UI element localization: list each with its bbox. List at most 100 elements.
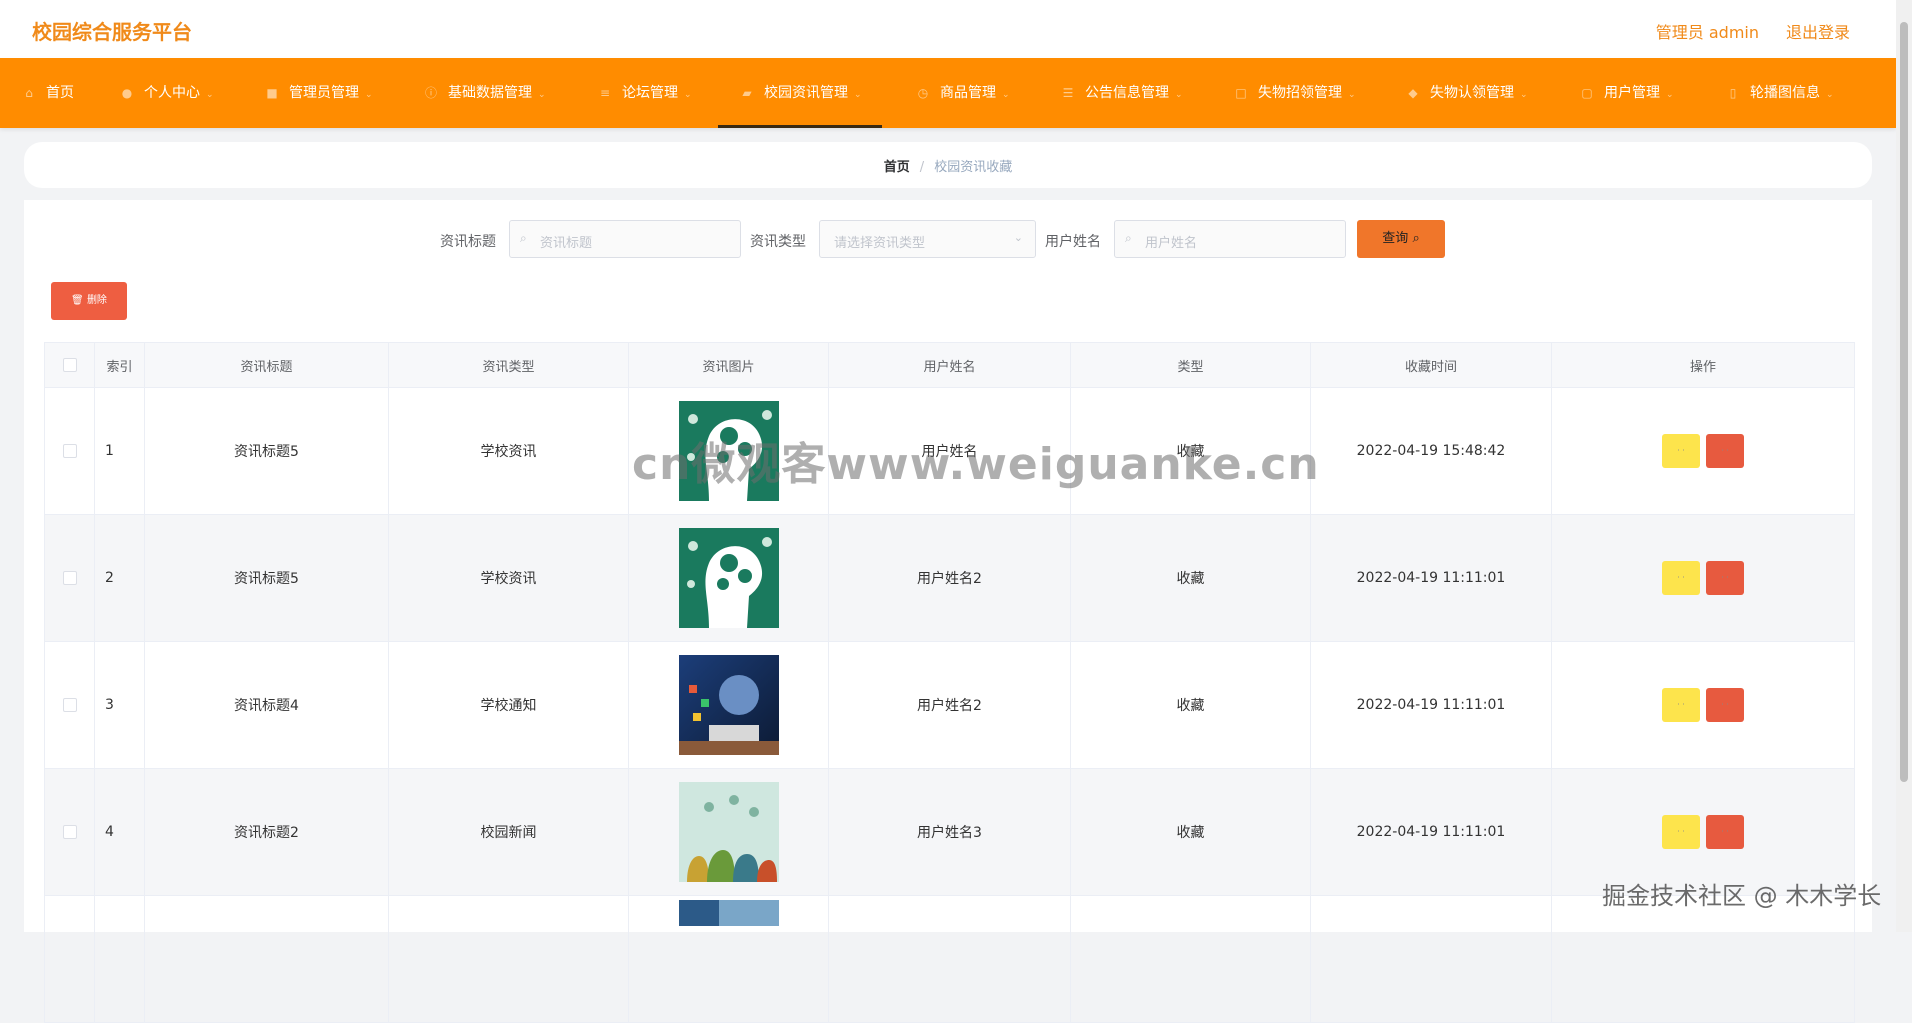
delete-button[interactable]: · · <box>1706 815 1744 849</box>
nav-item-claim[interactable]: ◆ 失物认领管理 ⌄ <box>1406 58 1528 128</box>
column-header: 索引 <box>94 342 145 388</box>
lost-icon: □ <box>1235 86 1247 100</box>
query-button[interactable]: 查询 ⌕ <box>1357 220 1445 258</box>
query-button-label: 查询 <box>1382 231 1409 246</box>
row-user: 用户姓名2 <box>828 641 1071 769</box>
row-time: 2022-04-19 11:11:01 <box>1310 641 1552 769</box>
row-image-cell <box>628 641 829 769</box>
nav-item-goods[interactable]: ◷ 商品管理 ⌄ <box>916 58 1010 128</box>
row-actions: · · · · <box>1551 387 1855 515</box>
search-icon: ⌕ <box>1412 231 1420 246</box>
chevron-down-icon: ⌄ <box>1013 231 1023 244</box>
title-search-placeholder: 资讯标题 <box>540 236 593 251</box>
nav-item-campus-news[interactable]: ▰ 校园资讯管理 ⌄ <box>718 58 882 128</box>
nav-item-profile[interactable]: ● 个人中心 ⌄ <box>120 58 214 128</box>
select-all-cell <box>44 342 95 388</box>
type-select-placeholder: 请选择资讯类型 <box>834 236 926 251</box>
row-index: 2 <box>94 514 145 642</box>
table-row: 3 资讯标题4 学校通知 用户姓名2 收藏 2022-04-19 11:11:0… <box>44 641 1855 769</box>
news-image-partial <box>678 900 779 926</box>
nav-item-label: 用户管理 <box>1604 85 1660 101</box>
admin-icon: ■ <box>266 86 278 100</box>
row-kind: 收藏 <box>1070 768 1311 896</box>
nav-item-notice[interactable]: ☰ 公告信息管理 ⌄ <box>1061 58 1183 128</box>
nav-item-admin[interactable]: ■ 管理员管理 ⌄ <box>265 58 372 128</box>
row-title: 资讯标题2 <box>144 768 389 896</box>
chevron-down-icon: ⌄ <box>1666 90 1674 100</box>
row-user: 用户姓名2 <box>828 514 1071 642</box>
nav-item-label: 管理员管理 <box>289 85 359 101</box>
row-image-cell <box>628 768 829 896</box>
row-actions <box>1551 895 1855 1023</box>
delete-button[interactable]: · · <box>1706 688 1744 722</box>
row-kind <box>1070 895 1311 1023</box>
nav-item-forum[interactable]: ≡ 论坛管理 ⌄ <box>598 58 692 128</box>
row-checkbox[interactable] <box>62 698 77 712</box>
user-search-input[interactable]: ⌕ 用户姓名 <box>1114 220 1346 258</box>
chevron-down-icon: ⌄ <box>1002 90 1010 100</box>
chevron-down-icon: ⌄ <box>538 90 546 100</box>
user-filter-label: 用户姓名 <box>1045 234 1101 250</box>
row-checkbox[interactable] <box>62 571 77 585</box>
row-image-cell <box>628 514 829 642</box>
delete-button[interactable]: · · <box>1706 434 1744 468</box>
main-nav: ⌂ 首页 ● 个人中心 ⌄ ■ 管理员管理 ⌄ ⓘ 基础数据管理 ⌄ ≡ 论坛管理 ⌄ ▰ 校园资讯… <box>0 58 1896 128</box>
edit-button[interactable]: · · <box>1662 561 1700 595</box>
nav-item-basic-data[interactable]: ⓘ 基础数据管理 ⌄ <box>424 58 546 128</box>
row-title <box>144 895 389 1023</box>
title-filter-label: 资讯标题 <box>440 234 496 250</box>
nav-item-label: 公告信息管理 <box>1085 85 1169 101</box>
breadcrumb: 首页 / 校园资讯收藏 <box>24 142 1872 188</box>
row-image-cell <box>628 895 829 1023</box>
delete-button[interactable]: · · <box>1706 561 1744 595</box>
top-bar: 校园综合服务平台 管理员 admin 退出登录 <box>0 0 1896 59</box>
row-time: 2022-04-19 11:11:01 <box>1310 514 1552 642</box>
page-scrollbar[interactable] <box>1896 0 1912 932</box>
row-actions: · · · · <box>1551 641 1855 769</box>
row-type: 学校资讯 <box>388 387 629 515</box>
breadcrumb-home[interactable]: 首页 <box>884 160 910 175</box>
column-header: 类型 <box>1070 342 1311 388</box>
nav-item-label: 失物招领管理 <box>1258 85 1342 101</box>
row-index <box>94 895 145 1023</box>
row-checkbox[interactable] <box>62 444 77 458</box>
search-icon: ⌕ <box>520 231 527 245</box>
row-kind: 收藏 <box>1070 641 1311 769</box>
edit-button[interactable]: · · <box>1662 815 1700 849</box>
column-header: 用户姓名 <box>828 342 1071 388</box>
row-time: 2022-04-19 11:11:01 <box>1310 768 1552 896</box>
nav-item-home[interactable]: ⌂ 首页 <box>22 58 74 128</box>
row-select-cell <box>44 387 95 515</box>
logout-link[interactable]: 退出登录 <box>1786 19 1850 43</box>
home-icon: ⌂ <box>25 86 33 100</box>
row-select-cell <box>44 895 95 1023</box>
news-image-tech-globe <box>678 655 779 755</box>
column-header: 操作 <box>1551 342 1855 388</box>
column-header: 资讯类型 <box>388 342 629 388</box>
row-select-cell <box>44 641 95 769</box>
table-row: 4 资讯标题2 校园新闻 用户姓名3 收藏 2022-04-19 11:11:0… <box>44 768 1855 896</box>
breadcrumb-separator: / <box>919 160 925 175</box>
batch-delete-button[interactable]: 🗑 删除 <box>51 282 127 320</box>
row-checkbox[interactable] <box>62 825 77 839</box>
nav-item-users[interactable]: ▢ 用户管理 ⌄ <box>1580 58 1674 128</box>
user-icon: ● <box>121 86 133 100</box>
nav-item-carousel[interactable]: ▯ 轮播图信息 ⌄ <box>1726 58 1834 128</box>
nav-item-lost-found[interactable]: □ 失物招领管理 ⌄ <box>1234 58 1355 128</box>
notice-icon: ☰ <box>1062 86 1074 100</box>
nav-item-label: 轮播图信息 <box>1750 85 1820 101</box>
type-select[interactable]: 请选择资讯类型 ⌄ <box>819 220 1036 258</box>
users-icon: ▢ <box>1581 86 1593 100</box>
select-all-checkbox[interactable] <box>62 358 77 372</box>
delete-button-label: 删除 <box>86 295 107 306</box>
nav-item-label: 首页 <box>46 85 74 101</box>
nav-item-label: 失物认领管理 <box>1430 85 1514 101</box>
breadcrumb-current: 校园资讯收藏 <box>934 160 1013 175</box>
nav-item-label: 基础数据管理 <box>448 85 532 101</box>
edit-button[interactable]: · · <box>1662 434 1700 468</box>
nav-item-label: 论坛管理 <box>622 85 678 101</box>
chevron-down-icon: ⌄ <box>1520 90 1528 100</box>
edit-button[interactable]: · · <box>1662 688 1700 722</box>
title-search-input[interactable]: ⌕ 资讯标题 <box>509 220 741 258</box>
scrollbar-thumb[interactable] <box>1900 22 1908 782</box>
